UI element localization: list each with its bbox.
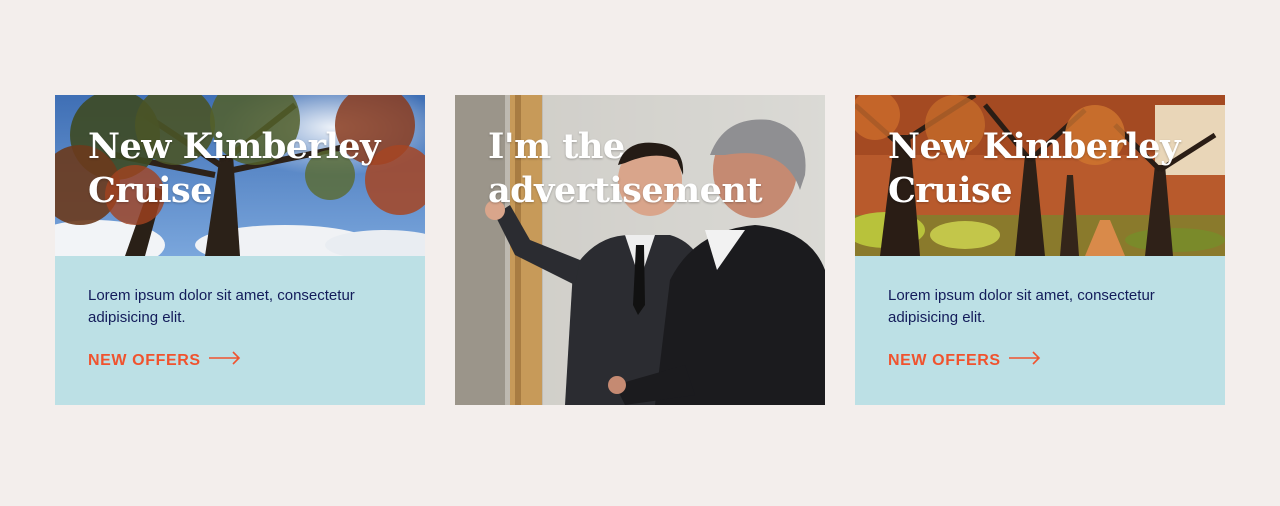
advertisement-card[interactable]: I'm the advertisement xyxy=(455,95,825,405)
card-title-line: New Kimberley xyxy=(88,126,380,167)
new-offers-label: NEW OFFERS xyxy=(888,351,1001,369)
card-body: Lorem ipsum dolor sit amet, consectetur … xyxy=(855,256,1225,405)
new-offers-label: NEW OFFERS xyxy=(88,351,201,369)
card-title: New Kimberley Cruise xyxy=(888,125,1208,213)
new-offers-link[interactable]: NEW OFFERS xyxy=(88,351,241,370)
card-title: I'm the advertisement xyxy=(488,125,808,213)
card-title-line: advertisement xyxy=(488,170,763,211)
card-description: Lorem ipsum dolor sit amet, consectetur … xyxy=(888,287,1155,326)
card-body: Lorem ipsum dolor sit amet, consectetur … xyxy=(55,256,425,405)
arrow-right-icon xyxy=(1008,351,1041,370)
card-title-line: Cruise xyxy=(888,170,1013,211)
card-title: New Kimberley Cruise xyxy=(88,125,408,213)
card-title-line: New Kimberley xyxy=(888,126,1180,167)
arrow-right-icon xyxy=(208,351,241,370)
card-title-line: I'm the xyxy=(488,126,625,167)
offer-card[interactable]: New Kimberley Cruise Lorem ipsum dolor s… xyxy=(55,95,425,405)
new-offers-link[interactable]: NEW OFFERS xyxy=(888,351,1041,370)
offer-card[interactable]: New Kimberley Cruise Lorem ipsum dolor s… xyxy=(855,95,1225,405)
card-title-line: Cruise xyxy=(88,170,213,211)
card-description: Lorem ipsum dolor sit amet, consectetur … xyxy=(88,287,355,326)
